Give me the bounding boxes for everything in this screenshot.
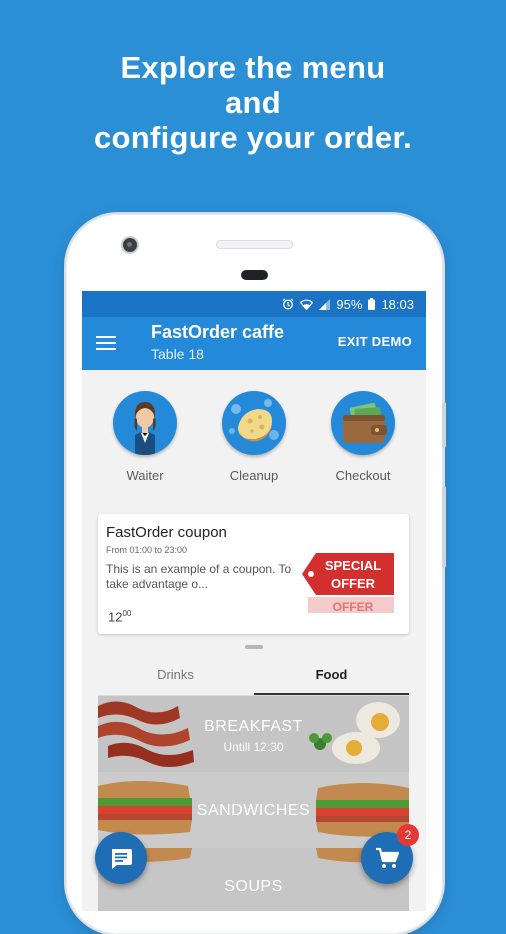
offer-badge-line-1: SPECIAL [325,558,381,573]
offer-badge-line-2: OFFER [331,576,376,591]
clock: 18:03 [381,296,414,312]
signal-icon [319,298,331,310]
cleanup-label: Cleanup [229,468,279,483]
coupon-title: FastOrder coupon [106,524,227,541]
cart-count-badge: 2 [397,824,419,846]
earpiece [241,270,268,280]
checkout-action[interactable]: Checkout [318,391,408,483]
category-breakfast-label: BREAKFAST [204,718,303,735]
phone-power-button [442,402,446,448]
waiter-label: Waiter [126,468,164,483]
wifi-icon [300,299,314,310]
phone-volume-button [442,486,446,568]
category-breakfast[interactable]: BREAKFAST Untill 12:30 [98,696,409,772]
menu-tabs: Drinks Food [98,654,409,696]
app-title: FastOrder caffe [151,322,285,342]
special-offer-badge-icon: SPECIAL OFFER OFFER [302,553,394,613]
offer-badge-reflection: OFFER [333,600,374,613]
category-breakfast-hours: Untill 12:30 [223,740,284,754]
front-camera [123,238,137,252]
status-bar: 95% 18:03 [82,291,426,317]
waiter-icon [113,391,177,455]
sponge-icon [222,391,286,455]
battery-icon [368,298,376,310]
quick-actions: Waiter Cleanup Checkout [82,370,426,515]
coupon-description: This is an example of a coupon. To take … [106,562,292,591]
app-bar: FastOrder caffe Table 18 EXIT DEMO [82,317,426,370]
table-label: Table 18 [151,346,204,362]
waiter-action[interactable]: Waiter [100,391,190,483]
headline-line-3: configure your order. [93,120,413,155]
coupon-price: 1200 [108,609,131,624]
coupon-schedule: From 01:00 to 23:00 [106,545,188,555]
speaker-grille [216,240,293,249]
category-sandwiches-label: SANDWICHES [196,802,311,819]
drag-handle[interactable] [245,645,263,649]
app-screen: 95% 18:03 FastOrder caffe Table 18 EXIT … [82,291,426,911]
coupon-price-main: 12 [108,609,123,625]
wallet-icon [331,391,395,455]
checkout-label: Checkout [335,468,391,483]
headline-line-2: and [224,85,281,120]
battery-percent: 95% [336,296,363,312]
coupon-card[interactable]: FastOrder coupon From 01:00 to 23:00 Thi… [98,514,409,634]
tab-drinks[interactable]: Drinks [98,654,253,695]
hamburger-menu-icon[interactable] [96,336,116,352]
coupon-price-cents: 00 [122,609,132,618]
cleanup-action[interactable]: Cleanup [209,391,299,483]
exit-demo-button[interactable]: EXIT DEMO [338,334,412,349]
chat-button[interactable] [95,832,147,884]
tab-food[interactable]: Food [254,654,409,695]
promo-headline: Explore the menu and configure your orde… [0,50,506,155]
alarm-icon [283,298,294,310]
headline-line-1: Explore the menu [120,50,386,85]
chat-icon [112,849,132,869]
